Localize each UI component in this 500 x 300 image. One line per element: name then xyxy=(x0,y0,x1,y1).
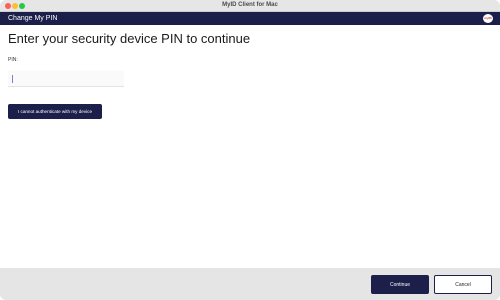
myid-logo-icon: myID xyxy=(483,14,493,23)
main-heading: Enter your security device PIN to contin… xyxy=(8,31,251,46)
app-header: Change My PIN myID xyxy=(0,12,500,25)
page-title: Change My PIN xyxy=(8,15,58,22)
continue-button[interactable]: Continue xyxy=(371,275,429,294)
cancel-button[interactable]: Cancel xyxy=(434,275,492,294)
cannot-authenticate-button[interactable]: I cannot authenticate with my device xyxy=(8,104,102,119)
window-titlebar: MyID Client for Mac xyxy=(0,0,500,12)
window-title: MyID Client for Mac xyxy=(222,2,278,8)
pin-label: PIN: xyxy=(8,57,18,63)
app-window: MyID Client for Mac Change My PIN myID E… xyxy=(0,0,500,300)
text-caret xyxy=(12,75,13,83)
pin-input[interactable] xyxy=(8,71,124,87)
